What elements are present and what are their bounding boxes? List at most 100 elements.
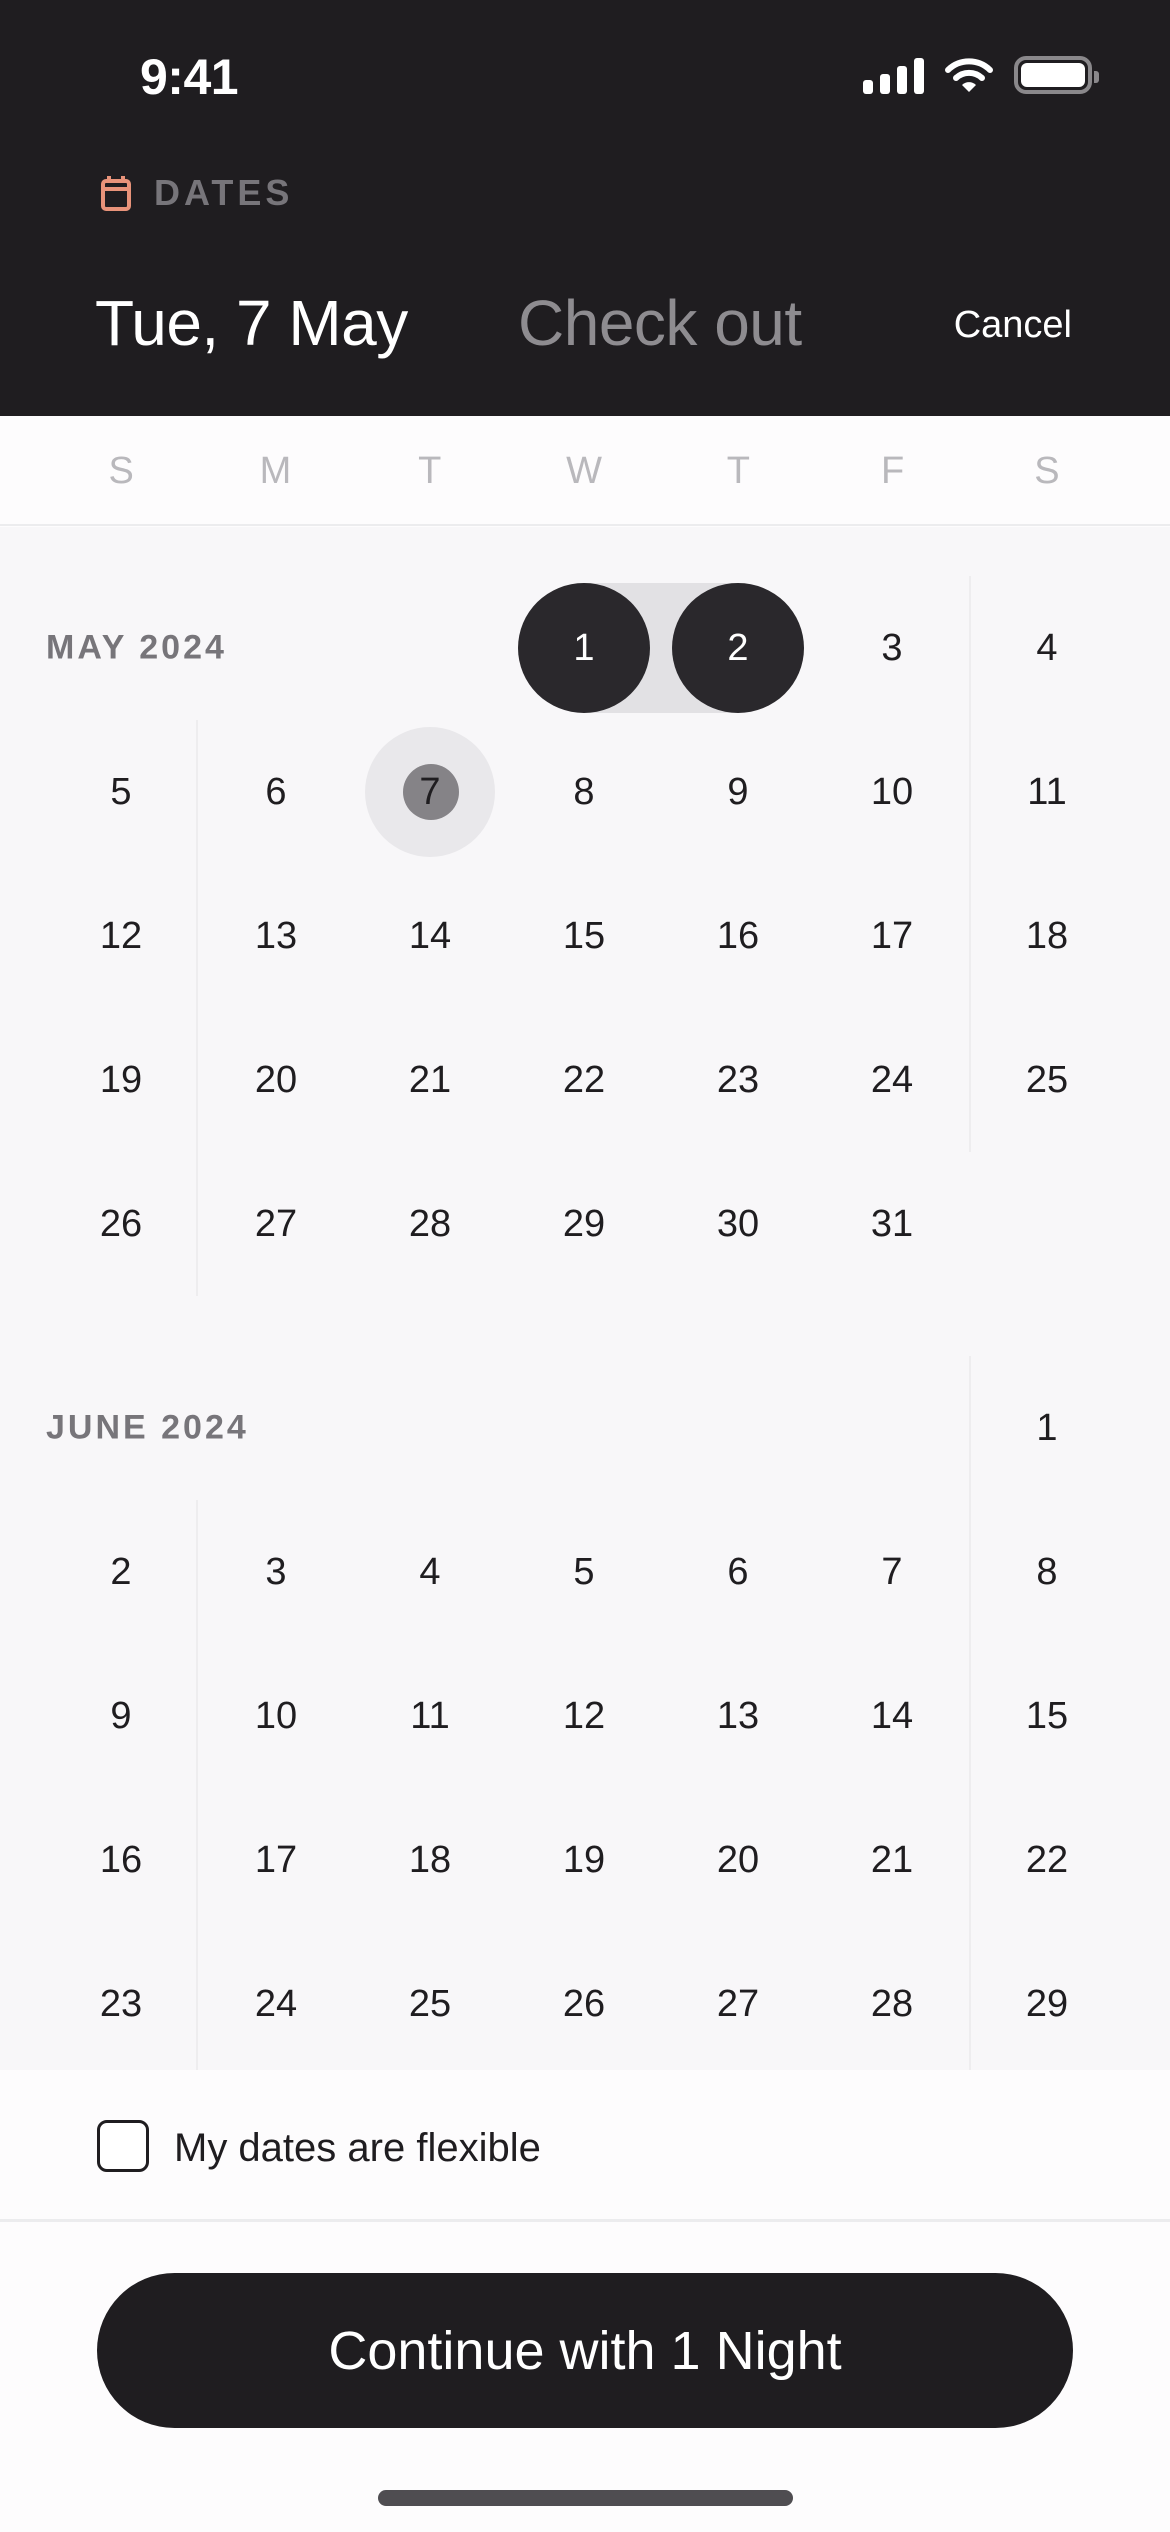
calendar-day[interactable]: 20: [206, 1015, 346, 1145]
calendar-day[interactable]: 11: [360, 1651, 500, 1781]
weekday-label: T: [418, 450, 442, 492]
calendar-day[interactable]: 28: [360, 1159, 500, 1289]
calendar-day[interactable]: 23: [668, 1015, 808, 1145]
calendar-day[interactable]: 8: [977, 1507, 1117, 1637]
calendar-day[interactable]: 12: [51, 871, 191, 1001]
calendar-day[interactable]: 7: [360, 727, 500, 857]
check-out-placeholder[interactable]: Check out: [518, 286, 802, 360]
calendar-day[interactable]: 6: [206, 727, 346, 857]
day-number: 16: [716, 914, 760, 957]
calendar-day[interactable]: 29: [977, 1939, 1117, 2069]
day-number: 27: [716, 1982, 760, 2025]
calendar-day[interactable]: 3: [206, 1507, 346, 1637]
calendar-day[interactable]: 10: [206, 1651, 346, 1781]
day-number: 28: [408, 1202, 452, 1245]
weekday-label: M: [259, 450, 292, 492]
day-number: 24: [870, 1058, 914, 1101]
column-separator: [969, 576, 971, 1152]
calendar-day[interactable]: 1: [977, 1363, 1117, 1493]
day-number: 12: [562, 1694, 606, 1737]
calendar-day[interactable]: 9: [51, 1651, 191, 1781]
calendar-day[interactable]: 16: [668, 871, 808, 1001]
flexible-dates-checkbox[interactable]: [97, 2120, 149, 2172]
day-number: 25: [1025, 1058, 1069, 1101]
calendar-day[interactable]: 26: [514, 1939, 654, 2069]
calendar-day[interactable]: 1: [514, 583, 654, 713]
calendar-day[interactable]: 18: [977, 871, 1117, 1001]
day-number: 20: [254, 1058, 298, 1101]
calendar-day[interactable]: 15: [977, 1651, 1117, 1781]
calendar-day[interactable]: 19: [514, 1795, 654, 1925]
calendar-day[interactable]: 2: [51, 1507, 191, 1637]
calendar-day[interactable]: 18: [360, 1795, 500, 1925]
calendar-day[interactable]: 19: [51, 1015, 191, 1145]
calendar-day[interactable]: 11: [977, 727, 1117, 857]
calendar-day[interactable]: 17: [206, 1795, 346, 1925]
day-number: 20: [716, 1838, 760, 1881]
calendar-day[interactable]: 12: [514, 1651, 654, 1781]
calendar-day[interactable]: 23: [51, 1939, 191, 2069]
calendar-day[interactable]: 6: [668, 1507, 808, 1637]
calendar-day[interactable]: 28: [822, 1939, 962, 2069]
calendar-day[interactable]: 31: [822, 1159, 962, 1289]
day-number: 23: [716, 1058, 760, 1101]
day-number: 8: [573, 770, 595, 813]
calendar-day[interactable]: 21: [822, 1795, 962, 1925]
month-title: JUNE 2024: [46, 1408, 249, 1447]
calendar-day[interactable]: 26: [51, 1159, 191, 1289]
calendar-day[interactable]: 21: [360, 1015, 500, 1145]
check-in-date[interactable]: Tue, 7 May: [95, 286, 408, 360]
status-icons: [863, 56, 1099, 94]
calendar-day[interactable]: 13: [668, 1651, 808, 1781]
calendar-day[interactable]: 5: [51, 727, 191, 857]
flexible-dates-label[interactable]: My dates are flexible: [174, 2126, 541, 2171]
status-time: 9:41: [140, 49, 239, 105]
day-number: 30: [716, 1202, 760, 1245]
calendar-day[interactable]: 2: [668, 583, 808, 713]
calendar-day[interactable]: 8: [514, 727, 654, 857]
calendar-day[interactable]: 30: [668, 1159, 808, 1289]
calendar-day[interactable]: 9: [668, 727, 808, 857]
day-number: 18: [408, 1838, 452, 1881]
calendar-day[interactable]: 14: [360, 871, 500, 1001]
day-number: 29: [1025, 1982, 1069, 2025]
calendar-day[interactable]: 3: [822, 583, 962, 713]
calendar-day[interactable]: 4: [360, 1507, 500, 1637]
day-number: 19: [562, 1838, 606, 1881]
day-number: 15: [562, 914, 606, 957]
calendar-day[interactable]: 4: [977, 583, 1117, 713]
calendar-day[interactable]: 27: [668, 1939, 808, 2069]
calendar-day[interactable]: 17: [822, 871, 962, 1001]
calendar-day[interactable]: 24: [822, 1015, 962, 1145]
continue-button[interactable]: Continue with 1 Night: [97, 2273, 1073, 2428]
calendar-day[interactable]: 29: [514, 1159, 654, 1289]
calendar-day[interactable]: 27: [206, 1159, 346, 1289]
calendar-day[interactable]: 25: [360, 1939, 500, 2069]
calendar-icon: [101, 176, 131, 211]
calendar-day[interactable]: 15: [514, 871, 654, 1001]
calendar-scroll-area[interactable]: MAY 2024 1 2 3 4 5 6 7 8 9 10 11 12 13 14 15 16 17 18 19 20 2…: [0, 527, 1170, 2070]
cancel-button[interactable]: Cancel: [954, 304, 1072, 347]
calendar-day[interactable]: 25: [977, 1015, 1117, 1145]
calendar-day[interactable]: 14: [822, 1651, 962, 1781]
weekday-label: T: [726, 450, 750, 492]
day-number: 28: [870, 1982, 914, 2025]
calendar-day[interactable]: 7: [822, 1507, 962, 1637]
day-number: 14: [408, 914, 452, 957]
date-selection-row: Tue, 7 May Check out Cancel: [0, 286, 1170, 370]
calendar-day[interactable]: 5: [514, 1507, 654, 1637]
calendar-day[interactable]: 22: [977, 1795, 1117, 1925]
day-number: 13: [254, 914, 298, 957]
day-number: 11: [1027, 770, 1067, 813]
day-number: 18: [1025, 914, 1069, 957]
calendar-day[interactable]: 20: [668, 1795, 808, 1925]
calendar-day[interactable]: 13: [206, 871, 346, 1001]
calendar-day[interactable]: 24: [206, 1939, 346, 2069]
day-number: 5: [110, 770, 132, 813]
dates-section-label: DATES: [100, 172, 293, 214]
calendar-day[interactable]: 10: [822, 727, 962, 857]
day-number: 26: [99, 1202, 143, 1245]
calendar-day[interactable]: 22: [514, 1015, 654, 1145]
day-number: 25: [408, 1982, 452, 2025]
calendar-day[interactable]: 16: [51, 1795, 191, 1925]
